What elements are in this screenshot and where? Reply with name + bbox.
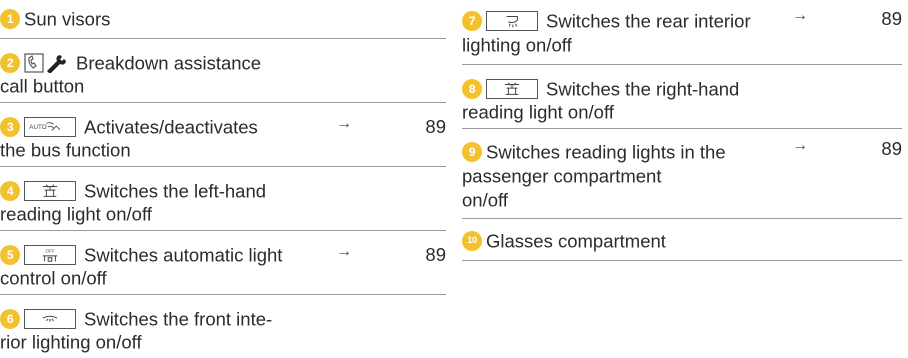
item-line: 10 Glasses compartment	[462, 227, 666, 252]
item-line: 8 Switches the right-hand	[462, 75, 739, 100]
right-reading-light-button-icon	[486, 79, 538, 100]
item-line: control on/off	[0, 267, 107, 289]
page-reference: 89	[881, 8, 902, 29]
list-item: 10 Glasses compartment	[462, 218, 902, 261]
item-text: Switches reading lights in the	[486, 141, 726, 163]
item-line: reading light on/off	[462, 101, 614, 123]
left-reading-light-button-icon	[24, 181, 76, 202]
item-line: 7 Switches the rear interior	[462, 7, 751, 32]
reference-arrow: →	[792, 137, 808, 154]
item-text: Sun visors	[24, 8, 111, 30]
list-item: 6 Switches the front inte- rior lighting…	[0, 294, 446, 358]
item-line: 9 Switches reading lights in the	[462, 138, 726, 163]
item-number-badge: 1	[0, 9, 20, 30]
item-number-badge: 7	[462, 11, 482, 32]
svg-text:AUTO: AUTO	[29, 124, 46, 131]
item-line: 1 Sun visors	[0, 5, 110, 30]
item-text: Switches the right-hand	[546, 78, 740, 100]
item-line: reading light on/off	[0, 203, 152, 225]
item-text: Glasses compartment	[486, 230, 666, 252]
list-item: 8 Switches the right-hand reading light …	[462, 64, 902, 129]
item-number-badge: 4	[0, 181, 20, 202]
item-line: 2 Breakdown assistance	[0, 49, 261, 74]
page-reference: 89	[425, 244, 446, 265]
item-line: rior lighting on/off	[0, 331, 142, 353]
item-number-badge: 6	[0, 309, 20, 330]
rear-interior-light-button-icon	[486, 11, 538, 32]
page-reference: 89	[425, 116, 446, 137]
svg-text:OFF: OFF	[46, 248, 55, 253]
item-line: lighting on/off	[462, 34, 572, 56]
item-number-badge: 2	[0, 53, 20, 74]
item-text: Activates/deactivates	[84, 116, 258, 138]
list-item: 1 Sun visors	[0, 0, 446, 39]
automatic-light-control-button-icon: OFF	[24, 245, 76, 266]
item-number-badge: 8	[462, 79, 482, 100]
list-item: 7 Switches the rear interior lighting on…	[462, 0, 902, 65]
auto-bus-button-icon: AUTO	[24, 117, 76, 138]
item-text: Breakdown assistance	[76, 52, 262, 74]
item-line: the bus function	[0, 139, 131, 161]
page-reference: 89	[881, 138, 902, 159]
item-line: 4 Switches the left-hand	[0, 177, 266, 202]
item-line: 6 Switches the front inte-	[0, 305, 272, 330]
list-item: 2 Breakdown assistance call button	[0, 38, 446, 103]
list-item: 4 Switches the left-hand reading light o…	[0, 166, 446, 231]
reference-arrow: →	[792, 7, 808, 24]
item-text: Switches the rear interior	[546, 10, 751, 32]
item-text: Switches the front inte-	[84, 308, 273, 330]
item-line: 3 AUTO Activates/deactivates	[0, 113, 258, 138]
item-number-badge: 9	[462, 142, 482, 163]
list-item: 9 Switches reading lights in the passenge…	[462, 128, 902, 219]
item-line: on/off	[462, 189, 508, 211]
list-item: 5 OFF Switches automatic light control o…	[0, 230, 446, 295]
list-item: 3 AUTO Activates/deactivates the bus fun…	[0, 102, 446, 167]
item-number-badge: 3	[0, 117, 20, 138]
item-text: Switches automatic light	[84, 244, 283, 266]
item-line: passenger compartment	[462, 165, 662, 187]
phone-and-wrench-icons	[24, 53, 68, 74]
item-number-badge: 5	[0, 245, 20, 266]
front-interior-light-button-icon	[24, 309, 76, 330]
item-line: 5 OFF Switches automatic light	[0, 241, 282, 266]
item-number-badge: 10	[462, 231, 482, 252]
reference-arrow: →	[336, 243, 352, 260]
item-line: call button	[0, 75, 85, 97]
item-text: Switches the left-hand	[84, 180, 267, 202]
reference-arrow: →	[336, 115, 352, 132]
